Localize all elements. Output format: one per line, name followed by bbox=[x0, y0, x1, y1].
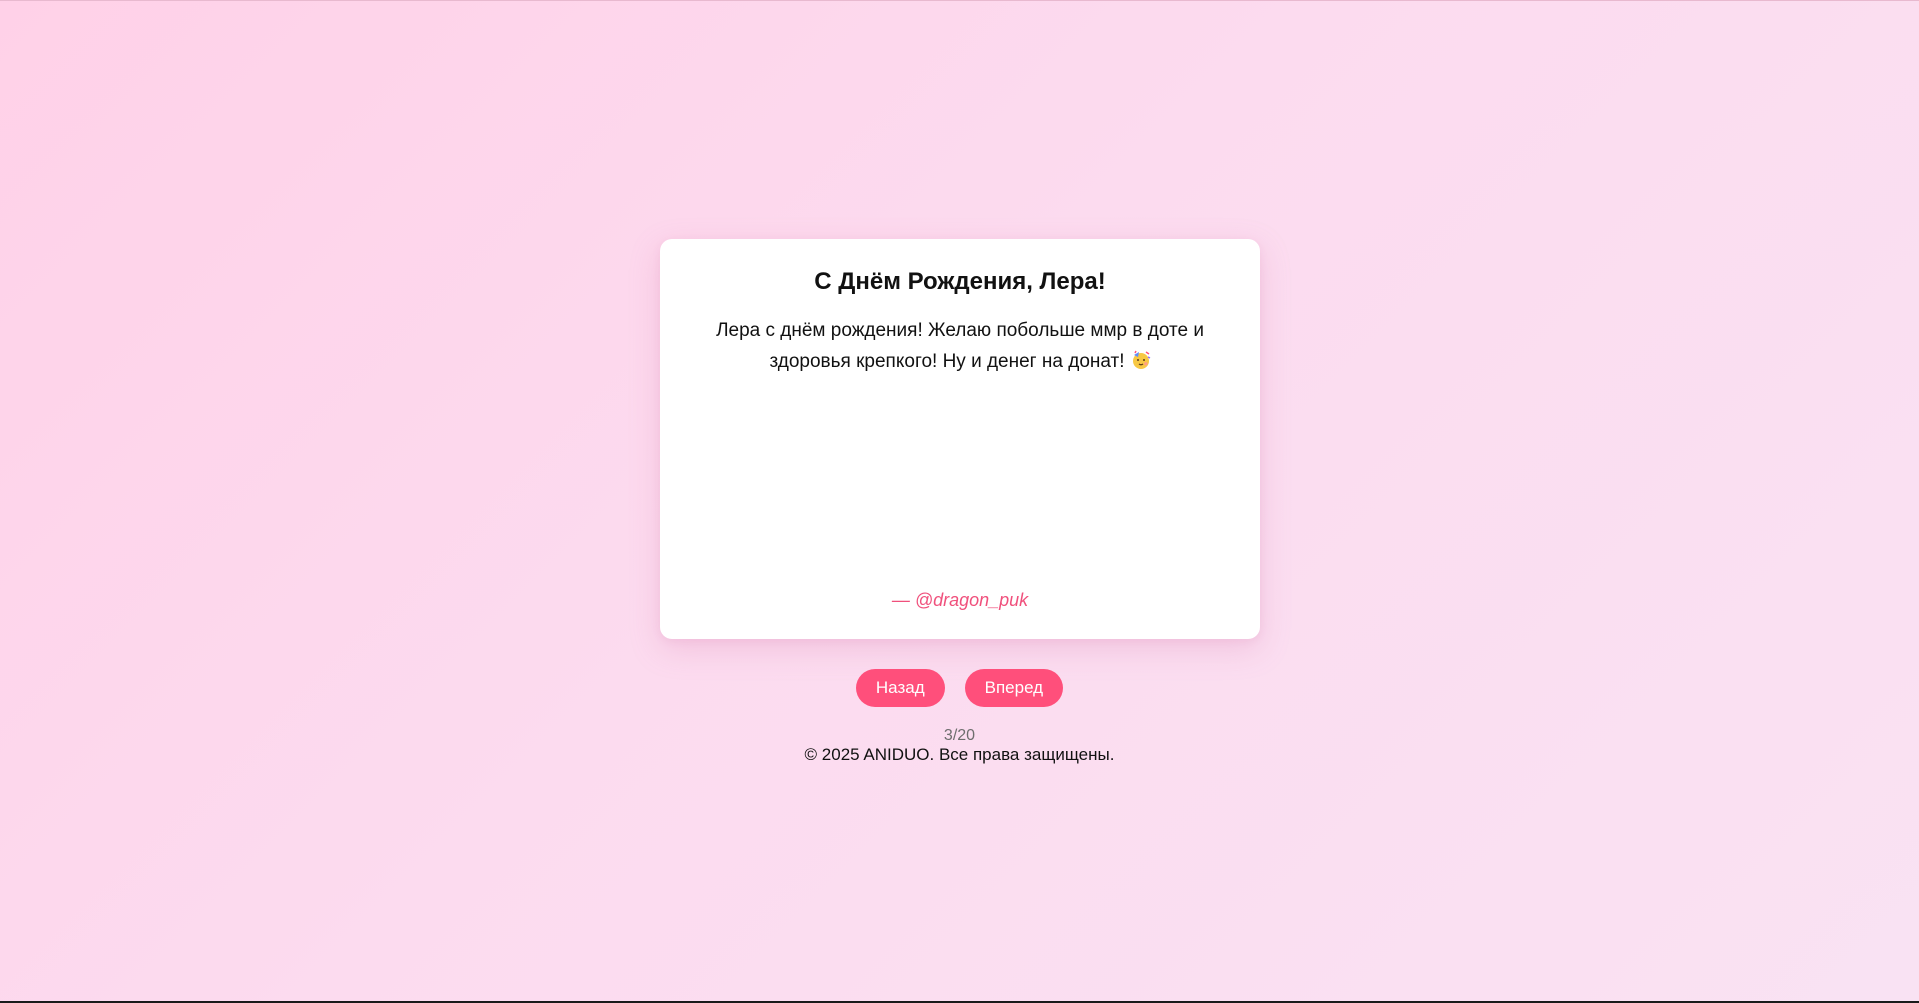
greeting-author: — @dragon_puk bbox=[891, 590, 1029, 610]
next-button[interactable]: Вперед bbox=[964, 669, 1064, 707]
greeting-card: С Днём Рождения, Лера! Лера с днём рожде… bbox=[660, 239, 1260, 639]
back-button[interactable]: Назад bbox=[855, 669, 945, 707]
page-counter: 3/20 bbox=[943, 727, 976, 744]
footer-copyright: © 2025 ANIDUO. Все права защищены. bbox=[804, 745, 1115, 764]
top-divider bbox=[0, 0, 1919, 1]
party-face-icon bbox=[1131, 349, 1151, 369]
greeting-title: С Днём Рождения, Лера! bbox=[814, 268, 1106, 295]
greeting-message-container: Лера с днём рождения! Желаю побольше ммр… bbox=[700, 315, 1220, 377]
page: С Днём Рождения, Лера! Лера с днём рожде… bbox=[0, 0, 1919, 1003]
card-navigation: Назад Вперед bbox=[0, 669, 1919, 707]
